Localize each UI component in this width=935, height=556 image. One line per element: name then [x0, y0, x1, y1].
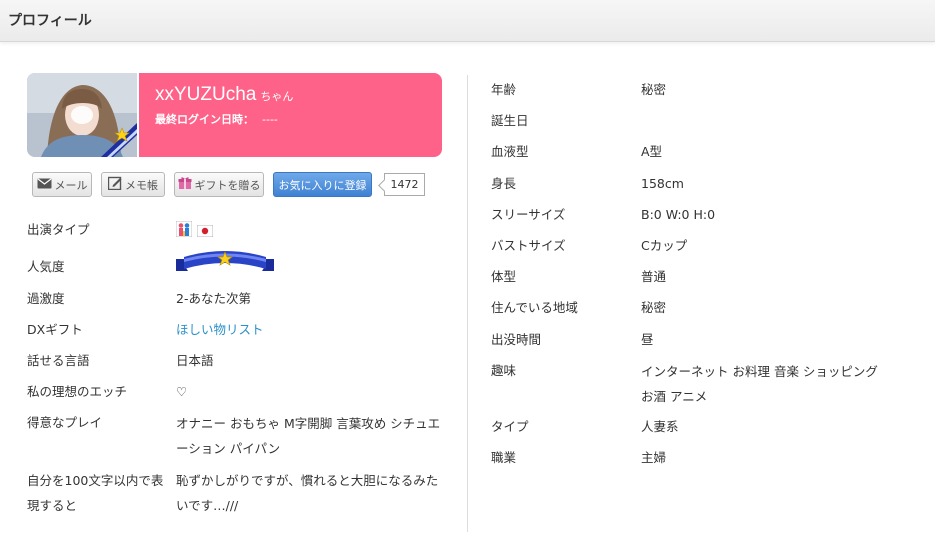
info-value: 2-あなた次第	[176, 291, 251, 306]
memo-icon	[107, 176, 122, 193]
profile-honorific: ちゃん	[260, 90, 294, 103]
info-label: 得意なプレイ	[27, 415, 103, 430]
info-value: 日本語	[176, 353, 214, 368]
wishlist-link[interactable]: ほしい物リスト	[176, 318, 446, 341]
memo-button-label: メモ帳	[125, 178, 158, 192]
mail-button[interactable]: メール	[32, 172, 92, 197]
info-value: Cカップ	[641, 238, 688, 253]
info-label: 体型	[491, 269, 517, 284]
info-value: 秘密	[641, 300, 667, 315]
mail-button-label: メール	[54, 178, 88, 192]
profile-left-panel: xxYUZUcha ちゃん 最終ログイン日時： ---- メール メモ帳 ギフトを贈…	[27, 73, 442, 197]
appearance-type-icons	[175, 220, 446, 244]
favorite-count: 1472	[384, 173, 425, 196]
info-label: スリーサイズ	[491, 207, 566, 222]
info-label: 趣味	[491, 363, 517, 378]
favorite-count-value: 1472	[390, 178, 419, 191]
add-favorite-button-label: お気に入りに登録	[278, 178, 367, 192]
info-value: 秘密	[641, 82, 667, 97]
profile-name-line: xxYUZUcha ちゃん	[155, 84, 293, 106]
info-value: 恥ずかしがりですが、慣れると大胆になるみたいです…///	[176, 473, 439, 513]
info-value: 昼	[641, 332, 654, 347]
last-login: 最終ログイン日時： ----	[155, 111, 278, 127]
info-value: ♡	[176, 384, 188, 399]
profile-header-banner: xxYUZUcha ちゃん 最終ログイン日時： ----	[139, 73, 442, 157]
info-label: 身長	[491, 176, 517, 191]
gift-button-label: ギフトを贈る	[194, 178, 261, 192]
column-divider	[467, 75, 468, 532]
info-label: 人気度	[27, 259, 65, 274]
profile-name: xxYUZUcha	[155, 84, 257, 105]
info-label: 出演タイプ	[27, 222, 90, 237]
info-label: タイプ	[491, 419, 529, 434]
info-value: 158cm	[641, 176, 684, 191]
info-label: 血液型	[491, 144, 529, 159]
star-ribbon-icon	[176, 247, 446, 284]
info-label: バストサイズ	[491, 238, 566, 253]
info-value: B:0 W:0 H:0	[641, 207, 716, 222]
profile-card: xxYUZUcha ちゃん 最終ログイン日時： ----	[27, 73, 442, 157]
avatar[interactable]	[27, 73, 137, 157]
header-bar: プロフィール	[0, 0, 935, 42]
info-label: 出没時間	[491, 332, 542, 347]
info-value: インターネット お料理 音楽 ショッピング お酒 アニメ	[641, 364, 878, 404]
info-label: DXギフト	[27, 322, 83, 337]
info-value: 主婦	[641, 450, 667, 465]
gift-icon	[178, 176, 192, 193]
info-value: 人妻系	[641, 419, 679, 434]
info-label: 住んでいる地域	[491, 300, 578, 315]
japan-flag-icon	[196, 221, 214, 244]
info-label: 私の理想のエッチ	[27, 384, 128, 399]
mail-icon	[37, 178, 52, 192]
info-label: 自分を100文字以内で表現すると	[27, 473, 164, 513]
last-login-value: ----	[262, 113, 278, 126]
info-value: A型	[641, 144, 663, 159]
page-title: プロフィール	[8, 13, 92, 29]
info-label: 職業	[491, 450, 517, 465]
couple-icon	[175, 220, 193, 244]
info-value: 普通	[641, 269, 667, 284]
action-buttons: メール メモ帳 ギフトを贈る お気に入りに登録 1472	[32, 172, 452, 198]
info-label: 誕生日	[491, 113, 529, 128]
gift-button[interactable]: ギフトを贈る	[174, 172, 264, 197]
info-value: オナニー おもちゃ M字開脚 言葉攻め シチュエ ーション パイパン	[176, 416, 441, 456]
info-label: 話せる言語	[27, 353, 90, 368]
memo-button[interactable]: メモ帳	[101, 172, 165, 197]
add-favorite-button[interactable]: お気に入りに登録	[273, 172, 372, 197]
info-label: 年齢	[491, 82, 517, 97]
info-label: 過激度	[27, 291, 65, 306]
last-login-label: 最終ログイン日時：	[155, 113, 254, 126]
